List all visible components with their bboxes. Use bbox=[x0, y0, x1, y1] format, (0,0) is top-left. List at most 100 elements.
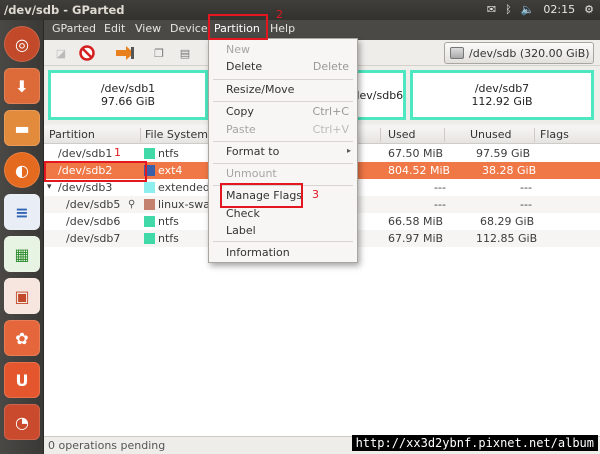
ubuntu-logo-icon[interactable]: ◎ bbox=[4, 26, 40, 62]
expand-arrow-icon[interactable]: ▾ bbox=[47, 182, 52, 192]
status-text: 0 operations pending bbox=[48, 439, 166, 452]
fs-color-swatch bbox=[144, 216, 155, 227]
used: 66.58 MiB bbox=[388, 215, 444, 228]
calc-icon[interactable]: ▦ bbox=[4, 236, 40, 272]
submenu-arrow-icon: ▸ bbox=[346, 146, 351, 155]
used: 67.97 MiB bbox=[388, 232, 444, 245]
annotation-box-partition-menu bbox=[208, 14, 268, 40]
menu-gparted[interactable]: GParted bbox=[52, 22, 96, 35]
annotation-number: 1 bbox=[114, 146, 121, 159]
menu-item-unmount[interactable]: Unmount bbox=[209, 165, 357, 183]
graph-partition-sdb1[interactable]: /dev/sdb1 97.66 GiB bbox=[48, 70, 208, 120]
key-icon: ⚲ bbox=[128, 199, 136, 210]
fs-color-swatch bbox=[144, 182, 155, 193]
column-divider[interactable] bbox=[380, 128, 381, 142]
graph-partition-size: 97.66 GiB bbox=[100, 95, 156, 108]
bluetooth-icon[interactable]: ᛒ bbox=[505, 2, 512, 18]
used: --- bbox=[434, 181, 446, 194]
system-tray: ✉ ᛒ 🔈 02:15 ⚙ bbox=[487, 2, 594, 18]
watermark: http://xx3d2ybnf.pixnet.net/album bbox=[351, 435, 598, 451]
annotation-box-manage-flags bbox=[220, 183, 303, 208]
column-divider[interactable] bbox=[140, 128, 141, 142]
fs-color-swatch bbox=[144, 233, 155, 244]
filesystem: ext4 bbox=[158, 164, 183, 177]
unused: --- bbox=[520, 181, 532, 194]
launcher: ◎ ⬇ ▬ ◐ ≡ ▦ ▣ ✿ U ◔ bbox=[0, 20, 44, 454]
unused: --- bbox=[520, 198, 532, 211]
unused: 68.29 GiB bbox=[480, 215, 535, 228]
filesystem: extended bbox=[158, 181, 210, 194]
software-center-icon[interactable]: ✿ bbox=[4, 320, 40, 356]
unused: 112.85 GiB bbox=[476, 232, 538, 245]
menu-edit[interactable]: Edit bbox=[104, 22, 125, 35]
menu-device[interactable]: Device bbox=[170, 22, 208, 35]
menu-separator bbox=[213, 101, 353, 102]
unused: 38.28 GiB bbox=[482, 164, 537, 177]
used: 804.52 MiB bbox=[388, 164, 451, 177]
partition-menu: New Delete Delete Resize/Move Copy Ctrl+C … bbox=[208, 38, 358, 263]
volume-icon[interactable]: 🔈 bbox=[521, 2, 535, 18]
menu-help[interactable]: Help bbox=[270, 22, 295, 35]
delete-icon[interactable] bbox=[76, 43, 98, 63]
installer-icon[interactable]: ⬇ bbox=[4, 68, 40, 104]
column-divider[interactable] bbox=[534, 128, 535, 142]
annotation-number: 3 bbox=[312, 188, 319, 201]
top-panel: /dev/sdb - GParted ✉ ᛒ 🔈 02:15 ⚙ bbox=[0, 0, 600, 20]
filesystem: ntfs bbox=[158, 232, 179, 245]
firefox-icon[interactable]: ◐ bbox=[4, 152, 40, 188]
menu-separator bbox=[213, 241, 353, 242]
partition-name: /dev/sdb3 bbox=[58, 181, 113, 194]
used: --- bbox=[434, 198, 446, 211]
paste-icon[interactable]: ▤ bbox=[174, 43, 196, 63]
filesystem: ntfs bbox=[158, 215, 179, 228]
ubuntu-one-icon[interactable]: U bbox=[4, 362, 40, 398]
column-unused[interactable]: Unused bbox=[470, 128, 511, 141]
folder-icon[interactable]: ▬ bbox=[4, 110, 40, 146]
resize-move-icon[interactable] bbox=[114, 43, 136, 63]
graph-partition-sdb7[interactable]: /dev/sdb7 112.92 GiB bbox=[410, 70, 594, 120]
hard-disk-icon bbox=[450, 47, 464, 59]
partition-name: /dev/sdb7 bbox=[66, 232, 121, 245]
gear-icon[interactable]: ⚙ bbox=[584, 2, 594, 18]
menu-view[interactable]: View bbox=[135, 22, 161, 35]
menubar: GParted Edit View Device Partition Help bbox=[44, 20, 600, 40]
column-flags[interactable]: Flags bbox=[540, 128, 569, 141]
menu-item-information[interactable]: Information bbox=[209, 244, 357, 262]
menu-separator bbox=[213, 163, 353, 164]
column-used[interactable]: Used bbox=[388, 128, 416, 141]
used: 67.50 MiB bbox=[388, 147, 444, 160]
menu-separator bbox=[213, 79, 353, 80]
device-selector[interactable]: /dev/sdb (320.00 GiB) bbox=[444, 42, 594, 64]
graph-partition-name: /dev/sdb7 bbox=[474, 82, 530, 95]
graph-partition-name: /dev/sdb1 bbox=[100, 82, 156, 95]
menu-item-format-to[interactable]: Format to ▸ bbox=[209, 143, 357, 161]
annotation-number: 2 bbox=[276, 8, 283, 21]
menu-item-delete[interactable]: Delete Delete bbox=[209, 58, 357, 76]
menu-item-paste[interactable]: Paste Ctrl+V bbox=[209, 121, 357, 139]
column-partition[interactable]: Partition bbox=[49, 128, 95, 141]
copy-icon[interactable]: ❐ bbox=[148, 43, 170, 63]
window-title: /dev/sdb - GParted bbox=[4, 3, 125, 17]
graph-partition-size: 112.92 GiB bbox=[471, 95, 533, 108]
menu-item-copy[interactable]: Copy Ctrl+C bbox=[209, 103, 357, 121]
gparted-icon[interactable]: ◔ bbox=[4, 404, 40, 440]
column-divider[interactable] bbox=[444, 128, 445, 142]
menu-item-label[interactable]: Label bbox=[209, 222, 357, 240]
unused: 97.59 GiB bbox=[476, 147, 531, 160]
clock[interactable]: 02:15 bbox=[543, 2, 575, 18]
menu-item-new[interactable]: New bbox=[209, 41, 357, 59]
new-partition-icon[interactable]: ◪ bbox=[50, 43, 72, 63]
menu-item-resize-move[interactable]: Resize/Move bbox=[209, 81, 357, 99]
impress-icon[interactable]: ▣ bbox=[4, 278, 40, 314]
partition-name: /dev/sdb6 bbox=[66, 215, 121, 228]
partition-name: /dev/sdb1 bbox=[58, 147, 113, 160]
filesystem: ntfs bbox=[158, 147, 179, 160]
mail-icon[interactable]: ✉ bbox=[487, 2, 496, 18]
writer-icon[interactable]: ≡ bbox=[4, 194, 40, 230]
partition-name: /dev/sdb5 bbox=[66, 198, 121, 211]
column-filesystem[interactable]: File System bbox=[145, 128, 208, 141]
menu-separator bbox=[213, 141, 353, 142]
fs-color-swatch bbox=[144, 148, 155, 159]
fs-color-swatch bbox=[144, 199, 155, 210]
device-selector-label: /dev/sdb (320.00 GiB) bbox=[469, 46, 590, 60]
